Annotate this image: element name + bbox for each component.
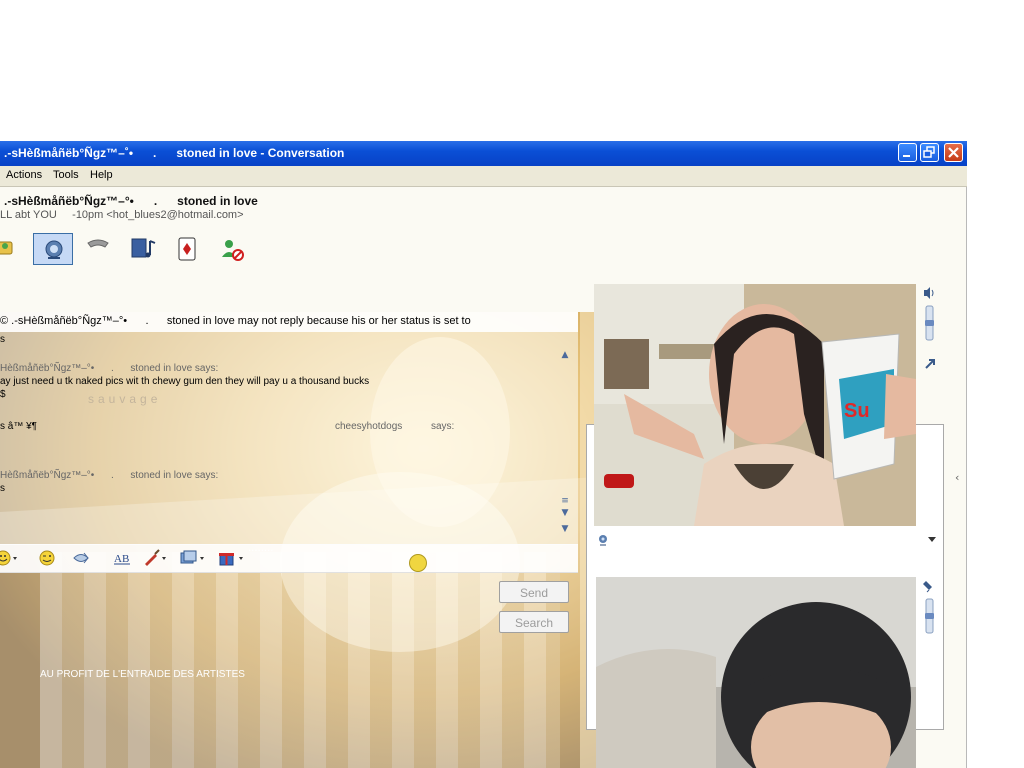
emoticon-icon[interactable] bbox=[0, 549, 18, 567]
nudge-icon[interactable] bbox=[68, 549, 92, 567]
popout-icon[interactable] bbox=[923, 356, 937, 370]
gift-icon[interactable] bbox=[217, 549, 243, 567]
chevron-left-icon[interactable]: ‹ bbox=[955, 472, 965, 484]
wink-icon[interactable] bbox=[34, 549, 58, 567]
chat-line: $ bbox=[0, 389, 6, 400]
message-compose-area[interactable]: Send Search bbox=[0, 573, 578, 768]
dropdown-arrow-icon[interactable] bbox=[926, 530, 938, 542]
background-icon[interactable] bbox=[178, 549, 204, 567]
window-title: .-sHèßmåñëb°Ñgz™–˚• . stoned in love - C… bbox=[4, 146, 345, 160]
menu-bar: Actions Tools Help bbox=[0, 166, 967, 187]
scroll-up-arrow-icon[interactable]: ▲ bbox=[560, 350, 570, 360]
scroll-down-arrow-icon[interactable]: ▼ bbox=[560, 508, 570, 518]
svg-text:Su: Su bbox=[844, 400, 870, 422]
format-toolbar: AB bbox=[0, 544, 578, 573]
close-icon[interactable] bbox=[944, 143, 963, 162]
games-icon[interactable] bbox=[167, 233, 207, 265]
status-notice: © .-sHèßmåñëb°Ñgz™–°• . stoned in love m… bbox=[0, 315, 471, 327]
chat-line: Hèßmåñëb°Ñgz™–°• . stoned in love says: bbox=[0, 363, 219, 374]
send-button[interactable]: Send bbox=[499, 581, 569, 603]
scroll-end-arrow-icon[interactable]: ▼ bbox=[560, 524, 570, 534]
media-icon[interactable] bbox=[124, 233, 164, 265]
svg-text:AB: AB bbox=[114, 553, 129, 565]
status-notice-bar: © .-sHèßmåñëb°Ñgz™–°• . stoned in love m… bbox=[0, 312, 578, 332]
contact-personal-message: LL abt YOU -10pm <hot_blues2@hotmail.com… bbox=[0, 209, 244, 221]
chat-line: ay just need u tk naked pics wit th chew… bbox=[0, 376, 370, 387]
webcam-indicator-icon[interactable] bbox=[597, 531, 609, 546]
font-icon[interactable]: AB bbox=[110, 549, 134, 567]
search-button[interactable]: Search bbox=[499, 611, 569, 633]
webcam-icon[interactable] bbox=[33, 233, 73, 265]
chat-history[interactable]: © .-sHèßmåñëb°Ñgz™–°• . stoned in love m… bbox=[0, 312, 578, 545]
smiley-emoticon bbox=[409, 554, 427, 572]
other-speaker-name: cheesyhotdogs bbox=[335, 421, 403, 432]
restore-icon[interactable] bbox=[920, 143, 939, 162]
chat-line: s â™ ¥¶ bbox=[0, 421, 38, 432]
remote-webcam-video: Su bbox=[594, 284, 916, 526]
chat-line: s bbox=[0, 483, 5, 494]
call-icon[interactable] bbox=[78, 233, 118, 265]
local-webcam-video bbox=[596, 577, 916, 768]
chat-line: Hèßmåñëb°Ñgz™–°• . stoned in love says: bbox=[0, 470, 219, 481]
block-icon[interactable] bbox=[212, 233, 252, 265]
title-bar[interactable]: .-sHèßmåñëb°Ñgz™–˚• . stoned in love - C… bbox=[0, 141, 967, 166]
menu-actions[interactable]: Actions bbox=[6, 169, 42, 181]
paint-icon[interactable] bbox=[140, 549, 166, 567]
chat-scrollbar[interactable]: ▲ ≡ ▼ ▼ bbox=[557, 346, 573, 534]
scroll-thumb[interactable]: ≡ bbox=[560, 496, 570, 506]
minimize-icon[interactable] bbox=[898, 143, 917, 162]
invite-icon[interactable] bbox=[0, 233, 34, 265]
other-speaker-says: says: bbox=[431, 421, 455, 432]
chat-line: s bbox=[0, 334, 5, 345]
contact-name: .-sHèßmåñëb°Ñgz™–°• . stoned in love bbox=[4, 194, 258, 208]
menu-tools[interactable]: Tools bbox=[53, 169, 79, 181]
menu-help[interactable]: Help bbox=[90, 169, 113, 181]
microphone-icon[interactable] bbox=[922, 579, 936, 635]
speaker-icon[interactable] bbox=[922, 286, 936, 344]
